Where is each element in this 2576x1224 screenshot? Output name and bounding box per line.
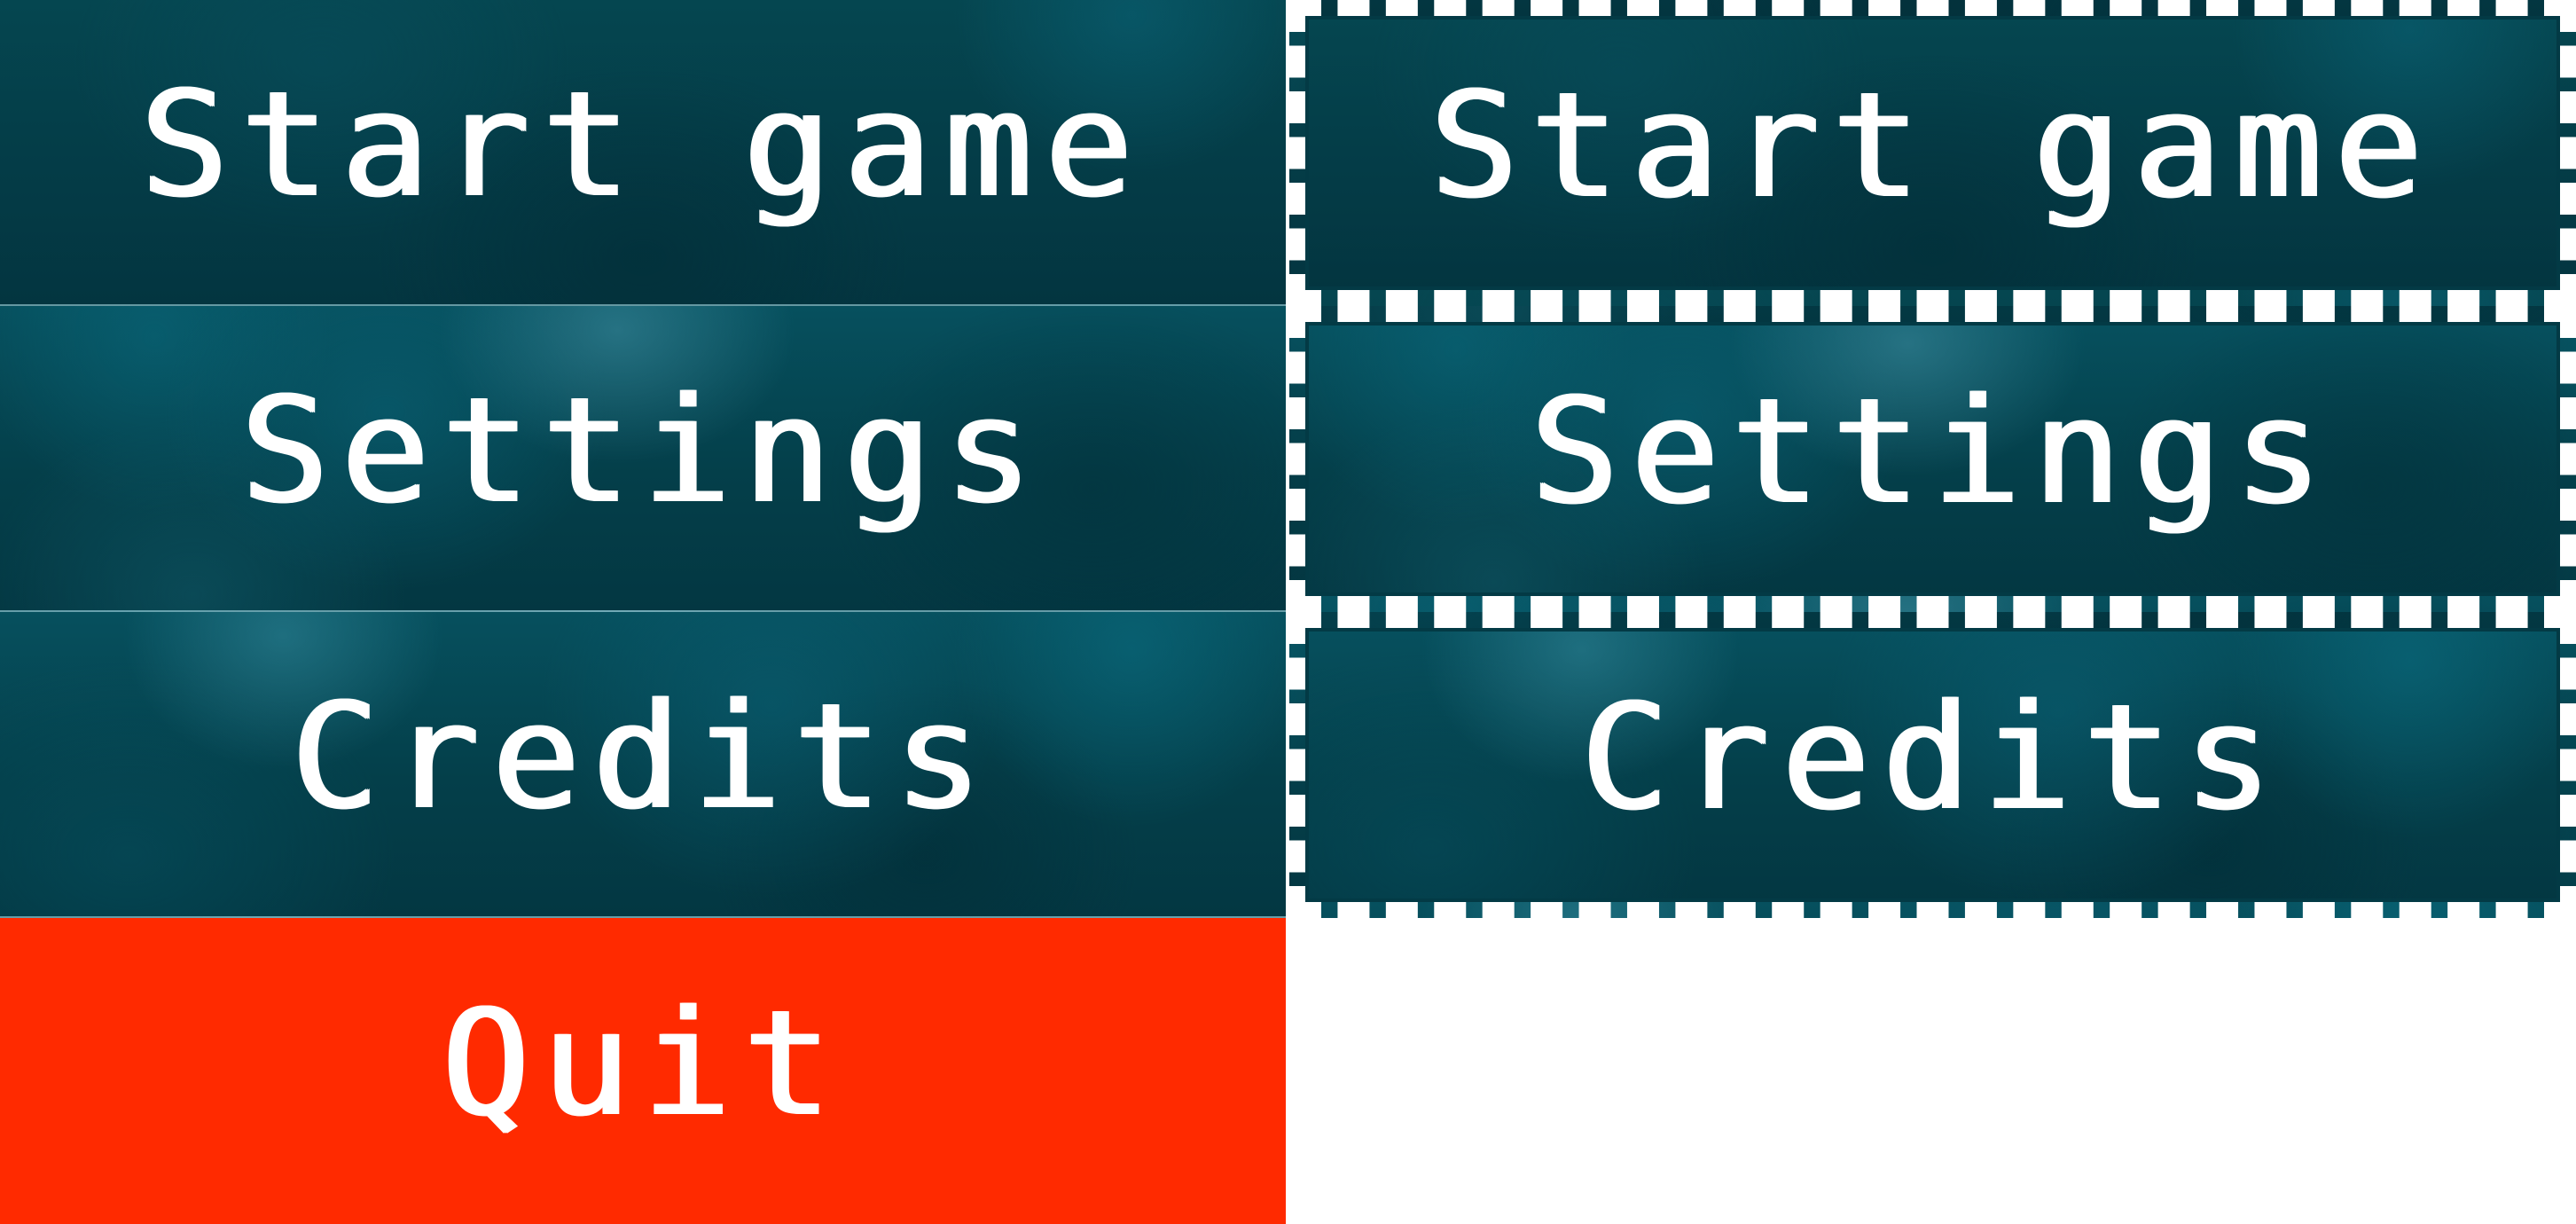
start-game-label: Start game: [140, 59, 1146, 230]
settings-label: Settings: [240, 365, 1045, 536]
settings-button-focused[interactable]: Settings: [1289, 306, 2576, 612]
credits-label: Credits: [291, 671, 995, 842]
settings-button[interactable]: Settings: [0, 306, 1286, 612]
quit-button[interactable]: Quit: [0, 918, 1286, 1224]
credits-button[interactable]: Credits: [0, 612, 1286, 918]
settings-label: Settings: [1531, 366, 2335, 537]
start-game-label: Start game: [1429, 60, 2436, 231]
start-game-button-focused[interactable]: Start game: [1289, 0, 2576, 306]
credits-button-focused[interactable]: Credits: [1289, 612, 2576, 918]
quit-label: Quit: [442, 978, 844, 1149]
credits-label: Credits: [1580, 672, 2285, 843]
start-game-button[interactable]: Start game: [0, 0, 1286, 306]
